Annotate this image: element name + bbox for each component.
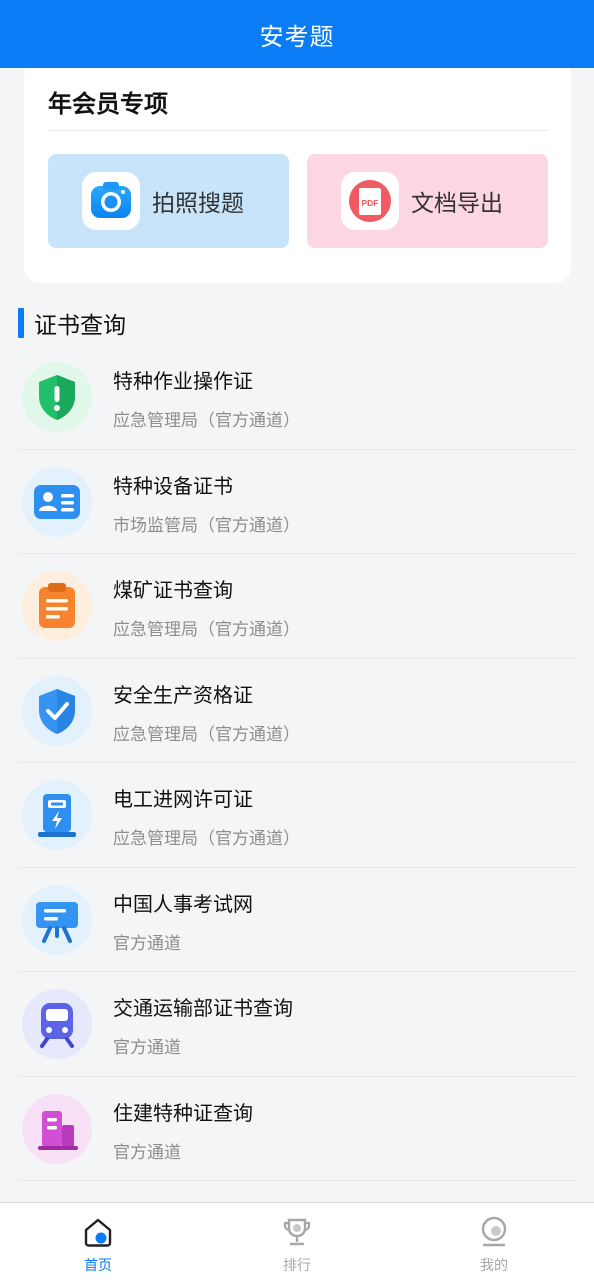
cert-item-subtitle: 应急管理局（官方通道） <box>113 620 300 640</box>
tab-home-label: 首页 <box>84 1258 112 1274</box>
section-accent-bar <box>18 308 24 338</box>
cert-item-subtitle: 应急管理局（官方通道） <box>113 724 300 745</box>
photo-search-label: 拍照搜题 <box>152 191 244 217</box>
tab-ranking[interactable]: 排行 <box>237 1203 357 1280</box>
cert-item-special-operation[interactable]: 特种作业操作证 应急管理局（官方通道） <box>18 345 578 450</box>
user-icon <box>477 1215 511 1249</box>
cert-item-title: 特种作业操作证 <box>113 369 253 393</box>
photo-search-button[interactable]: 拍照搜题 <box>48 154 289 248</box>
cert-section-title: 证书查询 <box>34 313 126 339</box>
pdf-icon: PDF <box>341 172 399 230</box>
shield-alert-icon <box>22 362 92 432</box>
vip-card: 年会员专项 拍照搜题 PDF 文档导出 <box>24 68 571 283</box>
trophy-icon <box>280 1215 314 1249</box>
cert-item-subtitle: 应急管理局（官方通道） <box>113 829 300 849</box>
cert-item-subtitle: 官方通道 <box>113 933 181 954</box>
cert-item-safety-production[interactable]: 安全生产资格证 应急管理局（官方通道） <box>18 659 578 763</box>
cert-item-title: 住建特种证查询 <box>113 1100 253 1125</box>
doc-export-button[interactable]: PDF 文档导出 <box>307 154 548 248</box>
tab-mine-label: 我的 <box>480 1258 508 1274</box>
cert-item-title: 安全生产资格证 <box>113 682 253 707</box>
train-icon <box>22 989 92 1059</box>
tab-mine[interactable]: 我的 <box>434 1203 554 1280</box>
cert-item-title: 特种设备证书 <box>113 473 233 498</box>
clipboard-icon <box>22 571 92 641</box>
cert-item-title: 交通运输部证书查询 <box>113 996 293 1020</box>
doc-export-label: 文档导出 <box>411 191 503 217</box>
app-header: 安考题 <box>0 0 594 68</box>
cert-item-transport[interactable]: 交通运输部证书查询 官方通道 <box>18 972 578 1077</box>
tab-ranking-label: 排行 <box>283 1258 311 1274</box>
cert-item-title: 中国人事考试网 <box>113 891 253 916</box>
shield-check-icon <box>22 675 92 746</box>
pdf-badge-text: PDF <box>362 198 379 208</box>
bottom-tab-bar: 首页 排行 我的 <box>0 1202 594 1280</box>
cert-item-subtitle: 市场监管局（官方通道） <box>113 515 300 536</box>
cert-item-title: 电工进网许可证 <box>113 787 253 811</box>
tab-home[interactable]: 首页 <box>38 1203 158 1280</box>
cert-item-subtitle: 官方通道 <box>113 1038 181 1058</box>
cert-item-coal-mine[interactable]: 煤矿证书查询 应急管理局（官方通道） <box>18 554 578 659</box>
cert-item-housing-construction[interactable]: 住建特种证查询 官方通道 <box>18 1077 578 1181</box>
page-title: 安考题 <box>259 22 335 51</box>
cert-list: 特种作业操作证 应急管理局（官方通道） 特种设备证书 市场监管局（官方通道） 煤… <box>18 345 578 1181</box>
cert-item-title: 煤矿证书查询 <box>113 578 233 602</box>
camera-icon <box>82 172 140 230</box>
presentation-board-icon <box>22 884 92 955</box>
cert-item-subtitle: 官方通道 <box>113 1142 181 1163</box>
cert-item-personnel-exam[interactable]: 中国人事考试网 官方通道 <box>18 868 578 972</box>
building-icon <box>22 1093 92 1164</box>
cert-item-special-equipment[interactable]: 特种设备证书 市场监管局（官方通道） <box>18 450 578 554</box>
id-card-icon <box>22 466 92 537</box>
cert-item-subtitle: 应急管理局（官方通道） <box>113 411 300 431</box>
cert-item-electrician[interactable]: 电工进网许可证 应急管理局（官方通道） <box>18 763 578 868</box>
cert-section-header: 证书查询 <box>18 307 126 339</box>
home-icon <box>81 1215 115 1249</box>
power-station-icon <box>22 780 92 850</box>
divider <box>48 130 548 131</box>
vip-section-title: 年会员专项 <box>48 90 168 118</box>
